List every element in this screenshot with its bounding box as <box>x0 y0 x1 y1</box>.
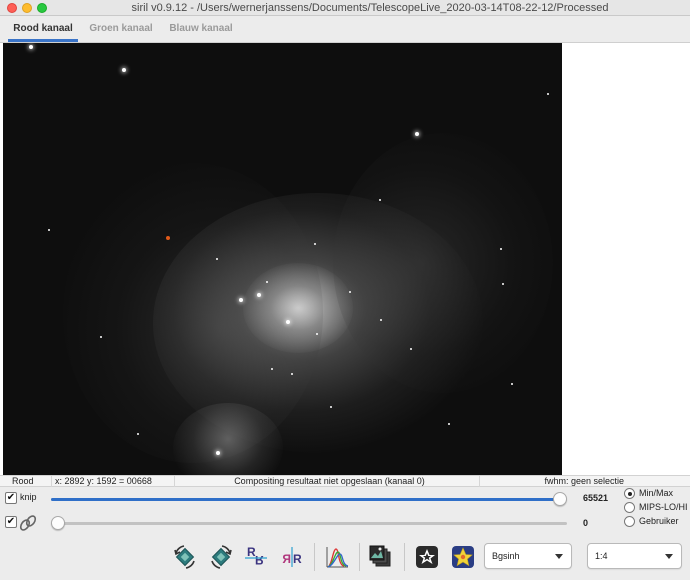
image-stack-icon[interactable] <box>368 543 394 571</box>
status-message: Compositing resultaat niet opgeslaan (ka… <box>180 476 480 487</box>
toolbar-separator <box>404 543 405 571</box>
star-negative-icon[interactable] <box>414 543 440 571</box>
maximize-window-button[interactable] <box>37 3 47 13</box>
siril-window: siril v0.9.12 - /Users/wernerjanssens/Do… <box>0 0 690 580</box>
tab-green-channel[interactable]: Groen kanaal <box>86 17 156 42</box>
star <box>239 298 243 302</box>
zoom-value: 1:4 <box>595 551 608 561</box>
toolbar-separator <box>359 543 360 571</box>
star <box>500 248 502 250</box>
star <box>316 333 318 335</box>
clip-label: knip <box>20 492 37 502</box>
high-threshold-value: 65521 <box>583 493 609 503</box>
image-viewport[interactable] <box>0 43 690 475</box>
low-threshold-knob[interactable] <box>51 516 65 530</box>
star <box>216 451 220 455</box>
star <box>380 319 382 321</box>
star <box>314 243 316 245</box>
channel-tabs: Rood kanaal Groen kanaal Blauw kanaal <box>0 17 690 43</box>
nebula-image[interactable] <box>3 43 562 475</box>
star <box>379 199 381 201</box>
nebula-right-wing <box>333 133 553 393</box>
scale-mode-group: Min/Max MIPS-LO/HI Gebruiker <box>622 487 690 531</box>
radio-user-label: Gebruiker <box>639 516 679 526</box>
status-coordinates: x: 2892 y: 1592 = 00668 <box>55 476 175 487</box>
star-color-icon[interactable] <box>450 543 476 571</box>
histogram-icon[interactable] <box>324 543 350 571</box>
chevron-down-icon <box>665 554 673 559</box>
svg-text:R: R <box>282 552 291 566</box>
radio-mips-dot[interactable] <box>624 502 635 513</box>
radio-minmax-dot[interactable] <box>624 488 635 499</box>
star <box>100 336 102 338</box>
tab-blue-channel[interactable]: Blauw kanaal <box>166 17 236 42</box>
star <box>415 132 419 136</box>
low-threshold-row: ✔ 0 <box>0 513 620 533</box>
star <box>448 423 450 425</box>
mirror-y-icon[interactable]: R R <box>279 543 305 571</box>
star <box>511 383 513 385</box>
radio-user-dot[interactable] <box>624 516 635 527</box>
zoom-dropdown[interactable]: 1:4 <box>587 543 682 569</box>
svg-text:R: R <box>293 552 302 566</box>
status-channel: Rood <box>12 476 52 487</box>
rotate-right-icon[interactable] <box>208 543 234 571</box>
star <box>349 291 351 293</box>
star <box>291 373 293 375</box>
chevron-down-icon <box>555 554 563 559</box>
star <box>271 368 273 370</box>
bottom-toolbar: R R R R Bgsinh 1:4 <box>0 537 690 580</box>
minimize-window-button[interactable] <box>22 3 32 13</box>
high-threshold-fill <box>51 498 560 501</box>
star <box>216 258 218 260</box>
star <box>502 283 504 285</box>
low-threshold-checkbox[interactable]: ✔ <box>5 516 17 528</box>
window-title: siril v0.9.12 - /Users/wernerjanssens/Do… <box>131 2 609 14</box>
status-fwhm: fwhm: geen selectie <box>544 476 624 486</box>
star <box>266 281 268 283</box>
cursor-marker <box>166 236 170 240</box>
tab-red-channel[interactable]: Rood kanaal <box>8 17 78 42</box>
display-mode-value: Bgsinh <box>492 551 520 561</box>
star <box>29 45 33 49</box>
svg-text:R: R <box>255 553 264 567</box>
radio-minmax-label: Min/Max <box>639 488 674 498</box>
mirror-x-icon[interactable]: R R <box>243 543 269 571</box>
radio-mips-label: MIPS-LO/HI <box>639 502 688 512</box>
high-threshold-row: ✔ knip 65521 <box>0 489 620 509</box>
star <box>330 406 332 408</box>
star <box>122 68 126 72</box>
star <box>547 93 549 95</box>
low-threshold-slider[interactable] <box>51 516 567 530</box>
low-threshold-value: 0 <box>583 518 589 528</box>
star <box>257 293 261 297</box>
rotate-left-icon[interactable] <box>172 543 198 571</box>
star <box>48 229 50 231</box>
star <box>286 320 290 324</box>
high-threshold-knob[interactable] <box>553 492 567 506</box>
high-threshold-checkbox[interactable]: ✔ <box>5 492 17 504</box>
star <box>410 348 412 350</box>
link-icon[interactable] <box>19 514 37 532</box>
star <box>137 433 139 435</box>
toolbar-separator <box>314 543 315 571</box>
display-mode-dropdown[interactable]: Bgsinh <box>484 543 572 569</box>
high-threshold-slider[interactable] <box>51 492 567 506</box>
close-window-button[interactable] <box>7 3 17 13</box>
title-bar: siril v0.9.12 - /Users/wernerjanssens/Do… <box>0 0 690 16</box>
status-bar: Rood x: 2892 y: 1592 = 00668 Compositing… <box>0 475 690 487</box>
